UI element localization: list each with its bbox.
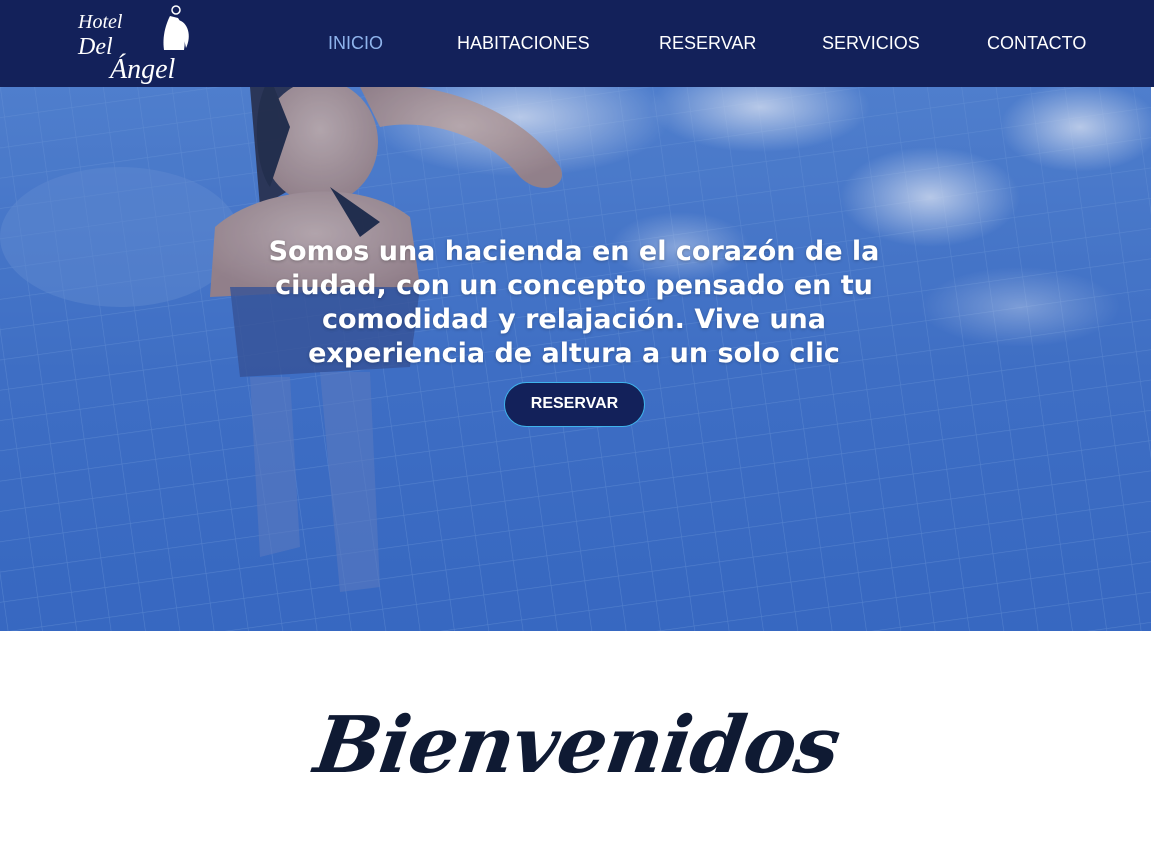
svg-text:Del: Del (77, 34, 113, 60)
welcome-section: Bienvenidos (0, 631, 1154, 861)
hotel-logo[interactable]: Hotel Del Ángel (74, 2, 200, 86)
nav-servicios[interactable]: SERVICIOS (822, 32, 920, 54)
angel-icon (163, 5, 189, 50)
nav-reservar[interactable]: RESERVAR (659, 32, 756, 54)
hero-headline: Somos una hacienda en el corazón de la c… (268, 236, 880, 369)
hotel-logo-mark: Hotel Del Ángel (77, 5, 189, 85)
nav-habitaciones[interactable]: HABITACIONES (457, 32, 590, 54)
welcome-title: Bienvenidos (309, 700, 845, 791)
nav-inicio[interactable]: INICIO (328, 32, 383, 54)
reservar-button[interactable]: RESERVAR (504, 382, 645, 427)
svg-text:Ángel: Ángel (108, 54, 176, 85)
nav-contacto[interactable]: CONTACTO (987, 32, 1086, 54)
svg-text:Hotel: Hotel (77, 11, 123, 33)
hero-banner: Somos una hacienda en el corazón de la c… (0, 87, 1151, 631)
top-navbar: Hotel Del Ángel INICIO HABITACIONES RESE… (0, 0, 1154, 87)
